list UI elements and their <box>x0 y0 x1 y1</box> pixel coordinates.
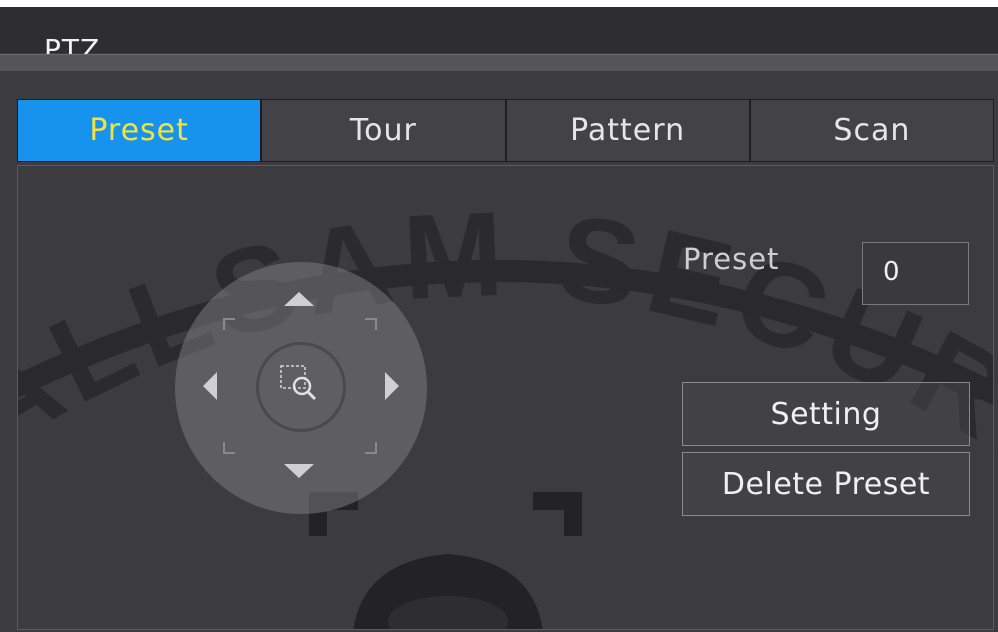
corner-up-right-icon[interactable] <box>365 318 377 330</box>
title-bar: PTZ <box>0 7 998 66</box>
zoom-icon[interactable] <box>278 362 324 406</box>
corner-down-left-icon[interactable] <box>223 442 235 454</box>
preset-panel: ALLSAM SECURITY Preset 0 Setting Delete … <box>17 165 994 630</box>
tab-bar: Preset Tour Pattern Scan <box>17 99 994 162</box>
corner-down-right-icon[interactable] <box>365 442 377 454</box>
setting-button[interactable]: Setting <box>682 382 970 446</box>
preset-label: Preset <box>683 242 780 276</box>
corner-up-left-icon[interactable] <box>223 318 235 330</box>
tab-tour[interactable]: Tour <box>262 100 505 161</box>
arrow-right-icon[interactable] <box>385 372 399 400</box>
preset-number-field[interactable]: 0 <box>862 242 969 305</box>
tab-preset[interactable]: Preset <box>18 100 261 161</box>
arrow-left-icon[interactable] <box>203 372 217 400</box>
tab-pattern[interactable]: Pattern <box>506 100 749 161</box>
delete-preset-button[interactable]: Delete Preset <box>682 452 970 516</box>
title-separator <box>0 54 998 71</box>
ptz-window: PTZ Preset Tour Pattern Scan ALLSAM SECU… <box>0 7 998 632</box>
arrow-down-icon[interactable] <box>284 464 314 478</box>
arrow-up-icon[interactable] <box>284 292 314 306</box>
tab-scan[interactable]: Scan <box>750 100 993 161</box>
